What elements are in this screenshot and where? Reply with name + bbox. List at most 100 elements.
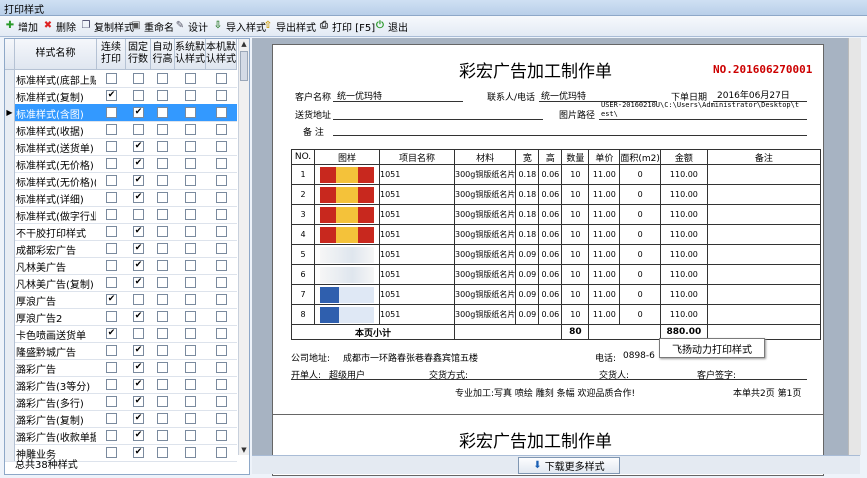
grid-header-5[interactable]: 本机默 认样式	[206, 39, 237, 70]
style-checkbox[interactable]: ✔	[133, 141, 144, 152]
style-row[interactable]: 标准样式(无价格)(✔	[5, 172, 237, 190]
style-checkbox[interactable]	[106, 260, 117, 271]
style-checkbox[interactable]	[216, 73, 227, 84]
style-checkbox[interactable]	[106, 447, 117, 458]
style-checkbox[interactable]	[106, 379, 117, 390]
style-checkbox[interactable]	[185, 158, 196, 169]
style-checkbox[interactable]	[185, 192, 196, 203]
style-checkbox[interactable]: ✔	[133, 175, 144, 186]
style-row[interactable]: 隆盛黔城广告 ✔	[5, 342, 237, 360]
style-checkbox[interactable]	[185, 430, 196, 441]
style-checkbox[interactable]: ✔	[106, 328, 117, 339]
style-checkbox[interactable]	[106, 413, 117, 424]
style-checkbox[interactable]	[185, 175, 196, 186]
style-checkbox[interactable]	[157, 430, 168, 441]
style-row[interactable]: 标准样式(无价格) ✔	[5, 155, 237, 173]
style-checkbox[interactable]	[185, 294, 196, 305]
style-checkbox[interactable]	[133, 124, 144, 135]
style-checkbox[interactable]	[216, 158, 227, 169]
style-row[interactable]: 标准样式(复制) ✔	[5, 87, 237, 105]
style-checkbox[interactable]	[185, 311, 196, 322]
scroll-down-icon[interactable]: ▼	[239, 445, 249, 455]
scroll-up-icon[interactable]: ▲	[239, 39, 249, 49]
style-checkbox[interactable]: ✔	[133, 226, 144, 237]
style-checkbox[interactable]	[216, 260, 227, 271]
grid-header-0[interactable]: 样式名称	[15, 39, 97, 70]
style-checkbox[interactable]	[157, 413, 168, 424]
style-checkbox[interactable]	[106, 226, 117, 237]
style-checkbox[interactable]: ✔	[133, 192, 144, 203]
style-row[interactable]: 不干胶打印样式 ✔	[5, 223, 237, 241]
style-checkbox[interactable]	[185, 362, 196, 373]
style-checkbox[interactable]	[106, 192, 117, 203]
style-checkbox[interactable]: ✔	[133, 345, 144, 356]
style-row[interactable]: 标准样式(详细) ✔	[5, 189, 237, 207]
style-checkbox[interactable]: ✔	[133, 396, 144, 407]
style-checkbox[interactable]	[106, 362, 117, 373]
style-checkbox[interactable]	[185, 413, 196, 424]
style-checkbox[interactable]	[216, 328, 227, 339]
style-checkbox[interactable]	[157, 226, 168, 237]
style-checkbox[interactable]	[157, 345, 168, 356]
style-checkbox[interactable]	[157, 73, 168, 84]
style-checkbox[interactable]: ✔	[133, 107, 144, 118]
style-checkbox[interactable]	[185, 396, 196, 407]
style-row[interactable]: 标准样式(底部上贴	[5, 70, 237, 88]
style-checkbox[interactable]	[216, 124, 227, 135]
style-checkbox[interactable]	[216, 243, 227, 254]
style-checkbox[interactable]	[216, 430, 227, 441]
style-checkbox[interactable]	[216, 107, 227, 118]
style-checkbox[interactable]	[185, 141, 196, 152]
style-checkbox[interactable]	[185, 379, 196, 390]
style-checkbox[interactable]: ✔	[133, 430, 144, 441]
style-checkbox[interactable]	[133, 90, 144, 101]
style-checkbox[interactable]	[216, 396, 227, 407]
style-checkbox[interactable]	[157, 209, 168, 220]
style-checkbox[interactable]	[157, 124, 168, 135]
style-checkbox[interactable]	[185, 447, 196, 458]
style-checkbox[interactable]: ✔	[106, 90, 117, 101]
download-more-styles-button[interactable]: ⬇ 下载更多样式	[518, 457, 620, 474]
style-checkbox[interactable]	[216, 277, 227, 288]
style-row[interactable]: 潞彩广告(复制) ✔	[5, 410, 237, 428]
style-checkbox[interactable]	[216, 362, 227, 373]
style-checkbox[interactable]: ✔	[133, 447, 144, 458]
style-checkbox[interactable]	[157, 107, 168, 118]
style-checkbox[interactable]	[216, 90, 227, 101]
grid-header-2[interactable]: 固定 行数	[126, 39, 151, 70]
style-checkbox[interactable]	[216, 447, 227, 458]
style-checkbox[interactable]	[185, 209, 196, 220]
style-checkbox[interactable]	[106, 345, 117, 356]
grid-header-3[interactable]: 自动 行高	[151, 39, 175, 70]
style-checkbox[interactable]	[157, 311, 168, 322]
style-checkbox[interactable]	[133, 328, 144, 339]
style-checkbox[interactable]	[185, 260, 196, 271]
exit-button[interactable]: ⏻ 退出	[374, 18, 408, 34]
style-checkbox[interactable]	[185, 226, 196, 237]
style-row[interactable]: 标准样式(收据)	[5, 121, 237, 139]
style-checkbox[interactable]	[157, 294, 168, 305]
style-row[interactable]: 成都彩宏广告 ✔	[5, 240, 237, 258]
design-button[interactable]: ✎ 设计	[174, 18, 208, 34]
style-checkbox[interactable]	[106, 73, 117, 84]
style-checkbox[interactable]	[106, 277, 117, 288]
style-checkbox[interactable]	[157, 192, 168, 203]
style-row[interactable]: 潞彩广告(3等分) ✔	[5, 376, 237, 394]
copy-style-button[interactable]: ❐ 复制样式	[80, 18, 134, 34]
rename-button[interactable]: ▣ 重命名	[130, 18, 174, 34]
style-checkbox[interactable]	[216, 294, 227, 305]
style-checkbox[interactable]: ✔	[133, 362, 144, 373]
style-list-scrollbar[interactable]: ▲ ▼	[238, 39, 249, 455]
style-checkbox[interactable]	[133, 73, 144, 84]
style-checkbox[interactable]	[157, 175, 168, 186]
style-checkbox[interactable]	[216, 175, 227, 186]
style-checkbox[interactable]	[216, 192, 227, 203]
grid-header-4[interactable]: 系统默 认样式	[175, 39, 206, 70]
style-checkbox[interactable]	[106, 243, 117, 254]
style-row[interactable]: 凡林美广告 ✔	[5, 257, 237, 275]
style-checkbox[interactable]	[157, 243, 168, 254]
grid-header-1[interactable]: 连续 打印	[97, 39, 126, 70]
style-checkbox[interactable]	[216, 209, 227, 220]
style-row[interactable]: 潞彩广告 ✔	[5, 359, 237, 377]
import-style-button[interactable]: ⇩ 导入样式	[212, 18, 266, 34]
